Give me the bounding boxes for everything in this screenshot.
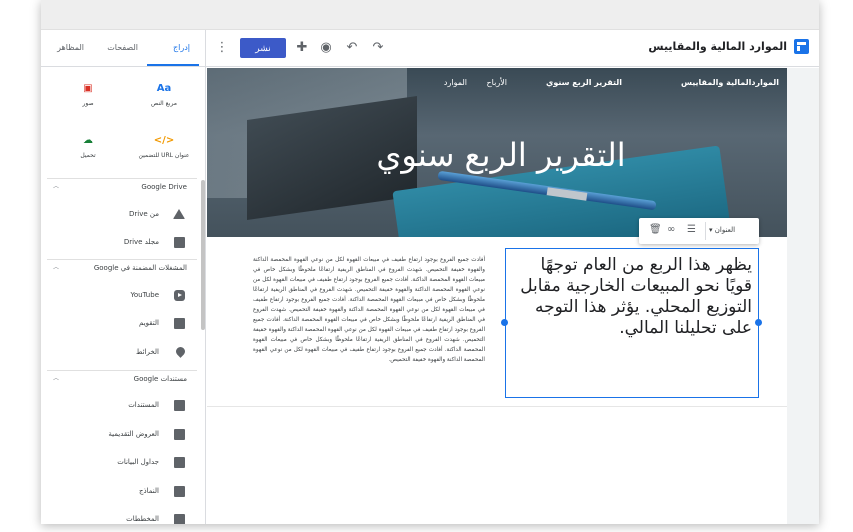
text-box-icon: Aa	[156, 83, 172, 94]
undo-icon[interactable]: ↶	[343, 38, 361, 56]
forms-icon	[174, 486, 185, 497]
selected-text-box[interactable]: يظهر هذا الربع من العام توجهًا قويًا نحو…	[505, 248, 759, 398]
tile-label: صور	[82, 100, 94, 107]
item-label: المستندات	[128, 401, 159, 409]
tab-insert[interactable]: إدراج	[173, 43, 190, 52]
app-title: الموارد المالية والمقاييس	[648, 40, 787, 53]
upload-icon: ☁	[83, 135, 93, 146]
sites-logo-icon	[794, 39, 809, 54]
tile-images[interactable]: ▣ صور	[53, 82, 123, 116]
item-label: جداول البيانات	[117, 458, 159, 466]
item-maps[interactable]: الخرائط	[47, 344, 197, 360]
site-canvas: المواردالمالية والمقاييس التقرير الربع س…	[207, 68, 787, 524]
sheets-icon	[174, 457, 185, 468]
item-calendar[interactable]: التقويم	[47, 315, 197, 331]
more-vert-icon[interactable]: ⋮	[213, 38, 231, 56]
canvas-margin	[787, 68, 819, 524]
item-label: الخرائط	[136, 348, 159, 356]
preview-icon[interactable]: ◉	[317, 38, 335, 56]
add-person-icon[interactable]: ✚	[293, 38, 311, 56]
calendar-icon	[174, 318, 185, 329]
item-label: مجلد Drive	[123, 238, 159, 246]
toolbar-divider	[705, 222, 706, 240]
embed-icon: </>	[153, 135, 175, 146]
item-drive-folder[interactable]: مجلد Drive	[47, 234, 197, 250]
item-docs[interactable]: المستندات	[47, 397, 197, 413]
item-sheets[interactable]: جداول البيانات	[47, 454, 197, 470]
image-icon: ▣	[83, 83, 93, 94]
chevron-up-icon: ︿	[53, 183, 60, 190]
tile-label: مربع النص	[151, 100, 177, 107]
charts-icon	[174, 514, 185, 524]
item-forms[interactable]: النماذج	[47, 483, 197, 499]
section-google-docs[interactable]: ︿ مستندات Google	[47, 370, 197, 386]
item-label: المخططات	[126, 515, 159, 523]
item-label: التقويم	[139, 319, 159, 327]
section-google-drive[interactable]: ︿ Google Drive	[47, 178, 197, 194]
redo-icon[interactable]: ↷	[369, 38, 387, 56]
section-header: المشغلات المضمنة في Google	[93, 264, 187, 272]
tile-upload[interactable]: ☁ تحميل	[53, 134, 123, 168]
delete-icon[interactable]: 🗑	[649, 224, 662, 235]
tab-themes[interactable]: المظاهر	[57, 43, 84, 52]
link-icon[interactable]: ∞	[667, 224, 675, 235]
active-tab-indicator	[147, 64, 199, 66]
item-youtube[interactable]: YouTube	[47, 287, 197, 303]
section-header: Google Drive	[141, 183, 187, 191]
section-header: مستندات Google	[133, 375, 187, 383]
body-paragraph[interactable]: أفادت جميع الفروع بوجود ارتفاع طفيف في م…	[253, 255, 485, 365]
item-charts[interactable]: المخططات	[47, 511, 197, 524]
site-name[interactable]: المواردالمالية والمقاييس	[681, 78, 779, 87]
chevron-up-icon: ︿	[53, 375, 60, 382]
docs-icon	[174, 400, 185, 411]
nav-item-quarterly-report[interactable]: التقرير الربع سنوي	[546, 78, 622, 87]
tile-label: عنوان URL للتضمين	[138, 152, 190, 159]
item-label: من Drive	[129, 210, 159, 218]
item-label: العروض التقديمية	[108, 430, 159, 438]
item-label: YouTube	[130, 291, 159, 299]
drive-folder-icon	[174, 237, 185, 248]
tile-embed[interactable]: </> عنوان URL للتضمين	[129, 134, 199, 168]
style-dropdown[interactable]: العنوان ▾	[709, 226, 735, 234]
item-slides[interactable]: العروض التقديمية	[47, 426, 197, 442]
panel-tabs: إدراج الصفحات المظاهر	[41, 30, 206, 67]
align-icon[interactable]: ☰	[687, 224, 696, 235]
tile-text-box[interactable]: Aa مربع النص	[129, 82, 199, 116]
insert-panel: إدراج الصفحات المظاهر Aa مربع النص ▣ صور…	[41, 30, 206, 524]
resize-handle-left[interactable]	[501, 319, 508, 326]
text-format-toolbar: 🗑 ∞ ☰ العنوان ▾	[639, 218, 759, 244]
youtube-icon	[174, 290, 185, 301]
resize-handle-right[interactable]	[755, 319, 762, 326]
nav-item-profits[interactable]: الأرباح	[487, 78, 507, 87]
drive-icon	[173, 209, 185, 219]
section-embedded-players[interactable]: ︿ المشغلات المضمنة في Google	[47, 259, 197, 275]
chevron-up-icon: ︿	[53, 264, 60, 271]
app-window: الموارد المالية والمقاييس ⋮ نشر ✚ ◉ ↶ ↷ …	[41, 0, 819, 524]
hero-title[interactable]: التقرير الربع سنوي	[353, 136, 649, 174]
tile-label: تحميل	[80, 152, 96, 159]
item-label: النماذج	[138, 487, 159, 495]
map-icon	[174, 345, 187, 358]
selected-text[interactable]: يظهر هذا الربع من العام توجهًا قويًا نحو…	[512, 255, 752, 339]
publish-button[interactable]: نشر	[240, 38, 286, 58]
tab-pages[interactable]: الصفحات	[107, 43, 138, 52]
slides-icon	[174, 429, 185, 440]
header-banner[interactable]: المواردالمالية والمقاييس التقرير الربع س…	[207, 68, 787, 237]
style-dropdown-value: العنوان	[714, 226, 736, 234]
item-from-drive[interactable]: من Drive	[47, 206, 197, 222]
nav-item-resources[interactable]: الموارد	[444, 78, 467, 87]
browser-chrome	[41, 0, 819, 30]
panel-scrollbar[interactable]	[201, 180, 205, 330]
section-divider	[207, 406, 787, 407]
